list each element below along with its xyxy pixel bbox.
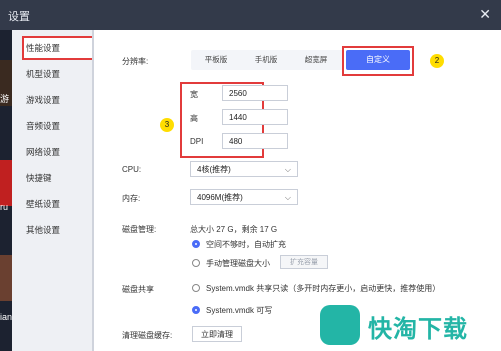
settings-content: 分辨率: 平板版 手机版 超宽屏 自定义 2 宽 2560 高 1440 DPI…	[94, 30, 501, 351]
height-label: 高	[190, 114, 198, 123]
sidebar-item-other[interactable]: 其他设置	[26, 224, 60, 236]
chevron-down-icon: ⌵	[284, 165, 291, 174]
disk-auto-radio[interactable]	[192, 240, 200, 248]
disk-summary: 总大小 27 G，剩余 17 G	[190, 225, 278, 234]
watermark-logo-icon	[320, 305, 360, 345]
background-fragment: ian	[0, 312, 13, 322]
cpu-select[interactable]: 4核(推荐) ⌵	[190, 161, 298, 177]
width-input[interactable]: 2560	[222, 85, 288, 101]
share-readonly-radio[interactable]	[192, 284, 200, 292]
sidebar-item-network[interactable]: 网络设置	[26, 146, 60, 158]
annotation-badge: 3	[160, 118, 174, 132]
width-label: 宽	[190, 90, 198, 99]
sidebar-item-hotkeys[interactable]: 快捷键	[26, 172, 52, 184]
sidebar-item-game[interactable]: 游戏设置	[26, 94, 60, 106]
sidebar-item-device[interactable]: 机型设置	[26, 68, 60, 80]
share-label: 磁盘共享	[122, 285, 154, 294]
disk-label: 磁盘管理:	[122, 225, 157, 234]
sidebar-item-performance[interactable]: 性能设置	[26, 42, 60, 54]
disk-auto-label: 空间不够时，自动扩充	[206, 240, 286, 249]
dpi-label: DPI	[190, 137, 204, 146]
settings-sidebar: 性能设置 机型设置 游戏设置 音频设置 网络设置 快捷键 壁纸设置 其他设置 1	[12, 30, 106, 351]
background-thumbnail	[0, 255, 12, 301]
expand-capacity-button[interactable]: 扩充容量	[280, 255, 328, 269]
resolution-option-phone[interactable]: 手机版	[244, 52, 288, 68]
background-thumbnail	[0, 160, 12, 206]
resolution-option-ultrawide[interactable]: 超宽屏	[294, 52, 338, 68]
resolution-label: 分辨率:	[122, 57, 149, 66]
disk-manual-radio[interactable]	[192, 259, 200, 267]
cache-label: 清理磁盘缓存:	[122, 331, 173, 340]
sidebar-item-audio[interactable]: 音频设置	[26, 120, 60, 132]
cpu-value: 4核(推荐)	[197, 165, 231, 174]
chevron-down-icon: ⌵	[284, 193, 291, 202]
cpu-label: CPU:	[122, 165, 142, 174]
resolution-option-tablet[interactable]: 平板版	[194, 52, 238, 68]
background-fragment: 游	[0, 94, 10, 104]
resolution-option-custom[interactable]: 自定义	[346, 50, 410, 70]
clean-now-button[interactable]: 立即清理	[192, 326, 242, 342]
sidebar-item-wallpaper[interactable]: 壁纸设置	[26, 198, 60, 210]
height-input[interactable]: 1440	[222, 109, 288, 125]
close-icon[interactable]: ✕	[479, 6, 491, 23]
background-fragment: ru	[0, 202, 9, 212]
share-writable-label: System.vmdk 可写	[206, 306, 273, 315]
dpi-input[interactable]: 480	[222, 133, 288, 149]
share-readonly-label: System.vmdk 共享只读（多开时内存更小，启动更快，推荐使用）	[206, 284, 441, 293]
memory-select[interactable]: 4096M(推荐) ⌵	[190, 189, 298, 205]
memory-value: 4096M(推荐)	[197, 193, 243, 202]
memory-label: 内存:	[122, 194, 141, 203]
annotation-badge: 2	[430, 54, 444, 68]
watermark: 快淘下载	[320, 305, 495, 345]
window-title: 设置	[8, 11, 30, 23]
disk-manual-label: 手动管理磁盘大小	[206, 259, 270, 268]
watermark-text: 快淘下载	[368, 316, 468, 343]
title-bar: 设置 ✕	[0, 0, 501, 30]
share-writable-radio[interactable]	[192, 306, 200, 314]
